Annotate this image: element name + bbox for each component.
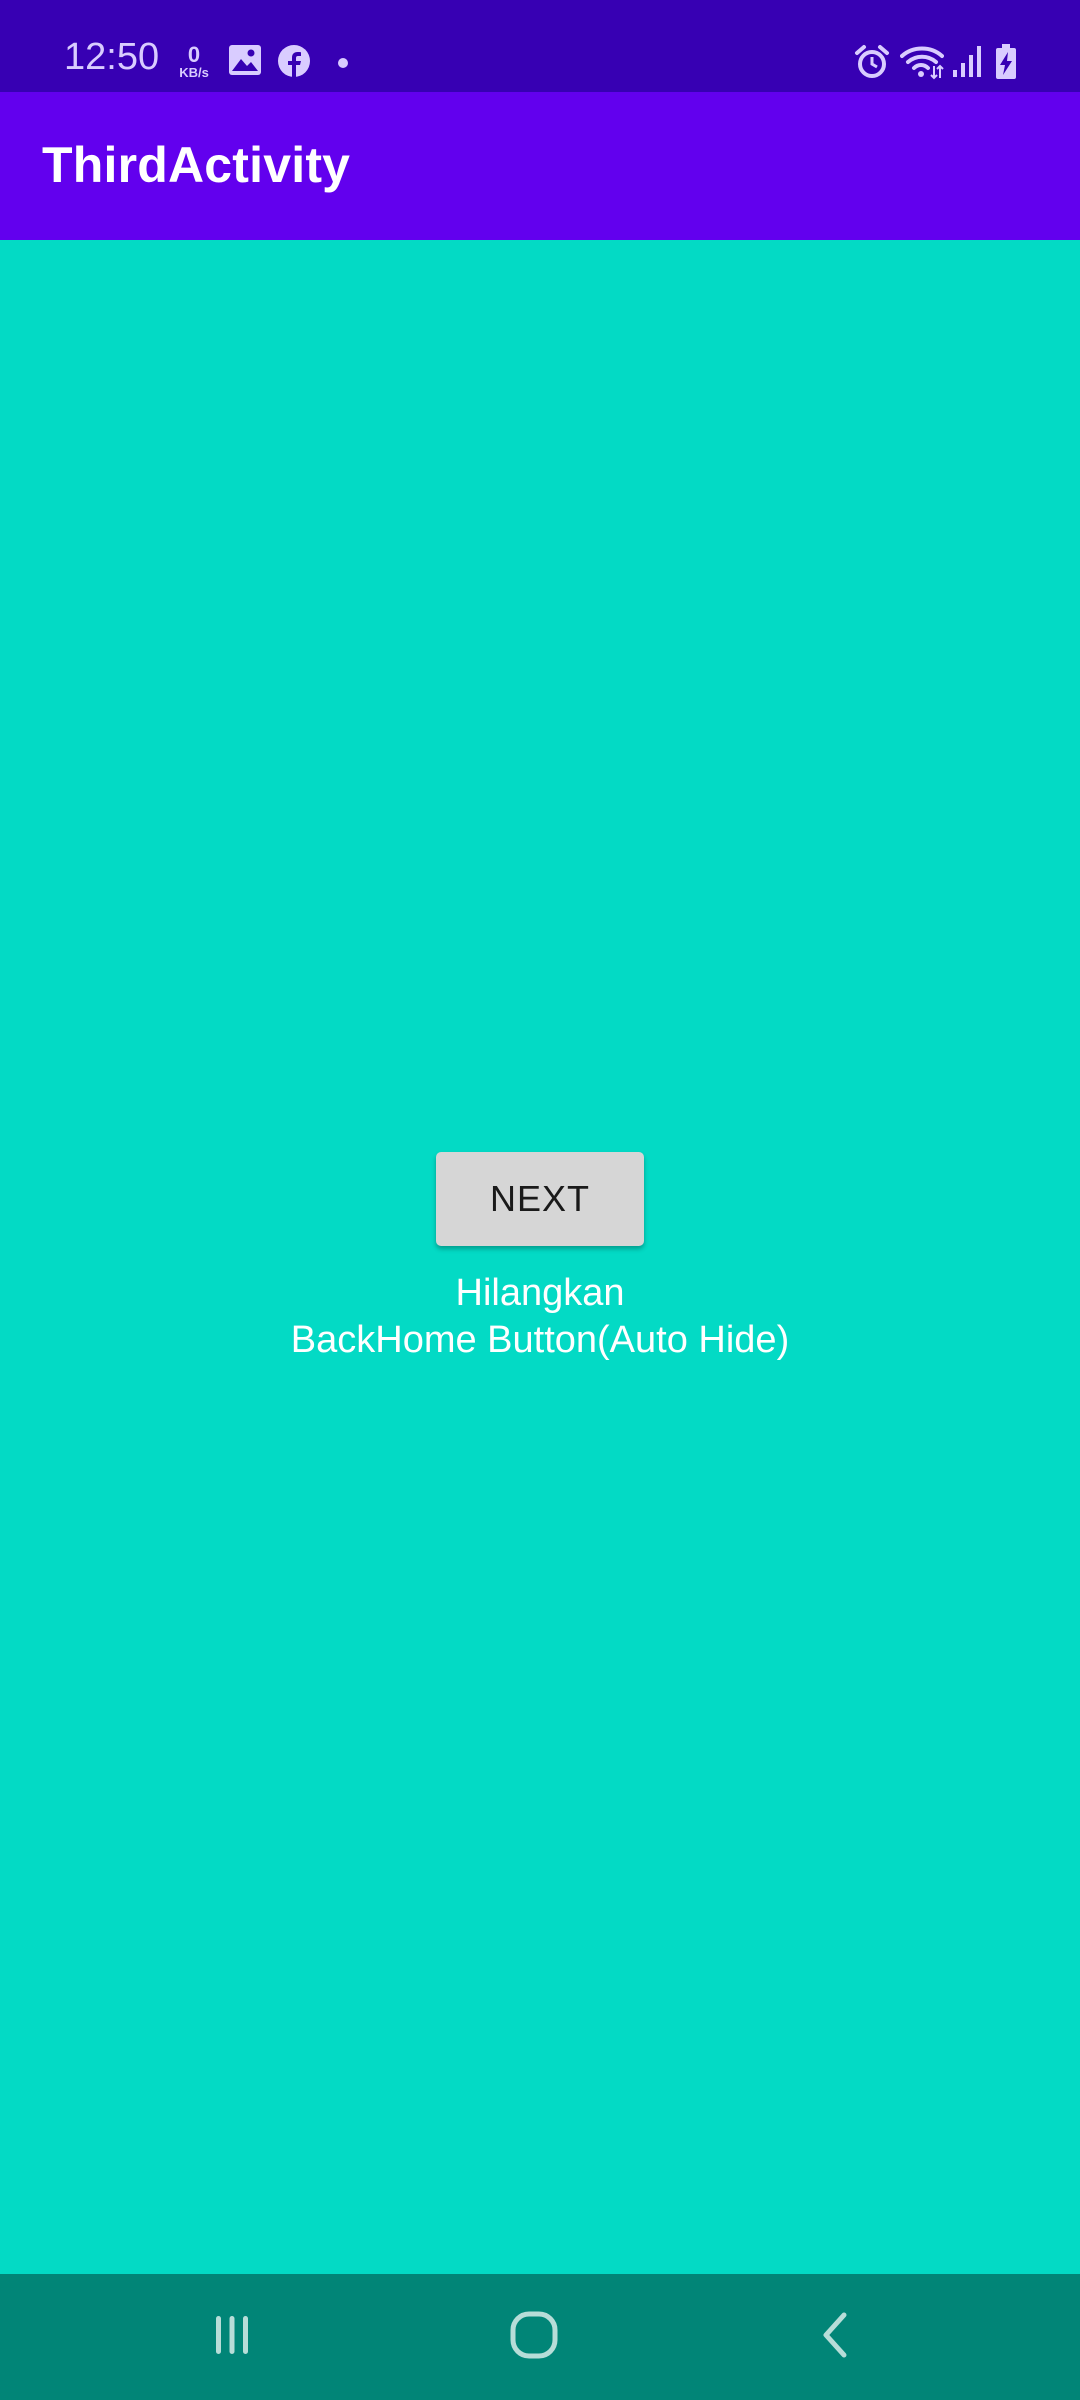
facebook-icon [277,44,311,80]
status-bar: 12:50 0 KB/s [0,0,1080,92]
screen: 12:50 0 KB/s ThirdActivity NEXT Hilangka… [0,0,1080,2400]
message-line-1: Hilangkan [455,1272,625,1314]
recent-apps-icon [208,2311,256,2364]
app-bar: ThirdActivity [0,92,1080,240]
home-icon [508,2309,560,2366]
status-time: 12:50 [64,36,160,78]
network-speed-value: 0 [187,42,201,67]
battery-charging-icon [994,44,1018,80]
network-speed-unit: KB/s [179,65,209,80]
next-button[interactable]: NEXT [436,1152,644,1246]
app-title: ThirdActivity [42,137,351,193]
wifi-icon [900,44,944,80]
hide-navigation-message: Hilangkan BackHome Button(Auto Hide) [140,1270,940,1364]
navigation-bar [0,2274,1080,2400]
message-line-2: BackHome Button(Auto Hide) [290,1319,790,1361]
alarm-icon [854,44,890,80]
network-speed: 0 KB/s [174,44,214,80]
back-icon [816,2309,856,2366]
recent-apps-button[interactable] [132,2274,332,2400]
signal-icon [952,44,982,80]
home-button[interactable] [434,2274,634,2400]
back-button[interactable] [736,2274,936,2400]
gallery-icon [228,44,262,80]
dot-icon [337,57,349,93]
